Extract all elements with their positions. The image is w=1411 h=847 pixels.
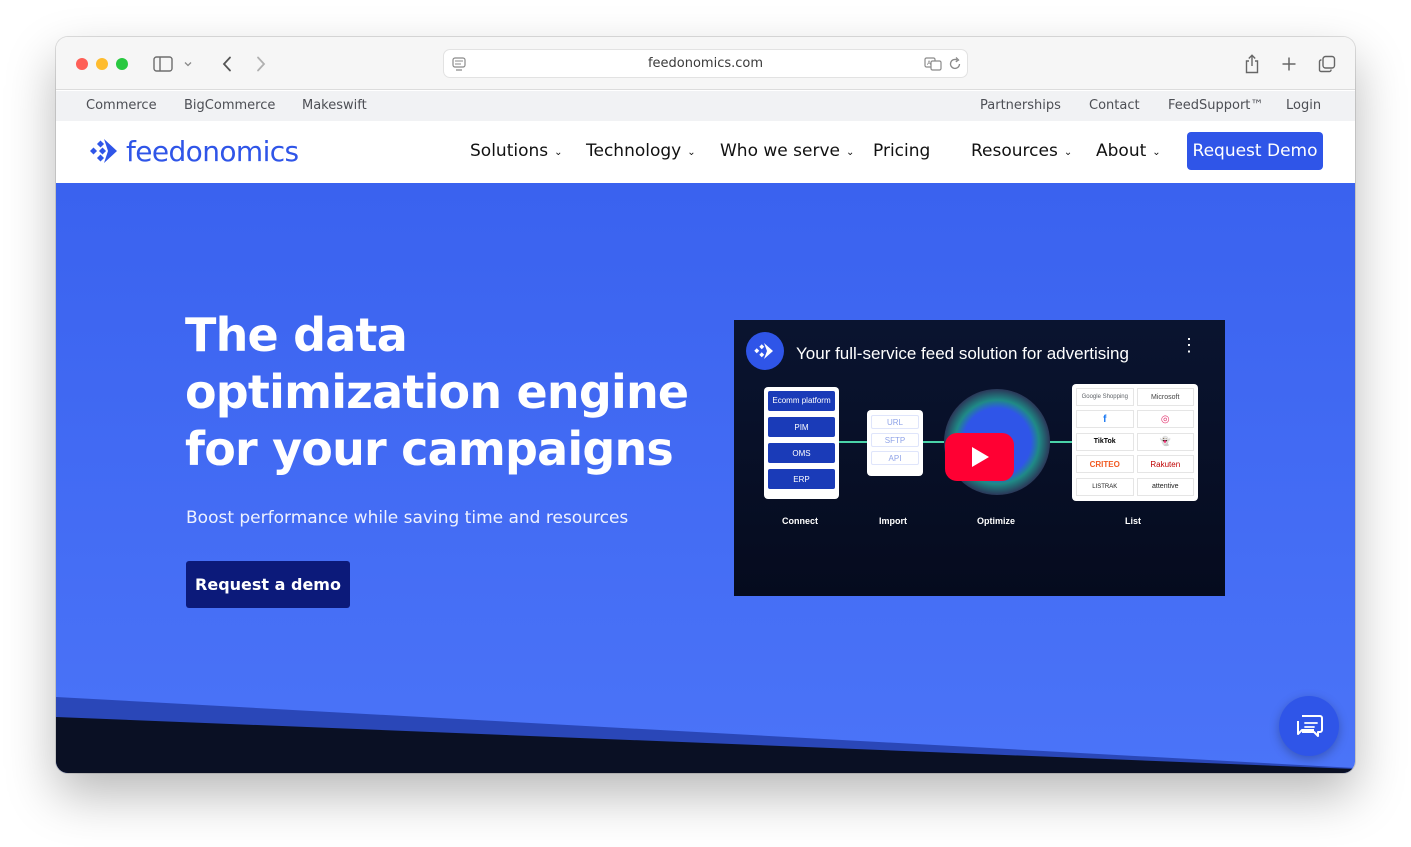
url-text: feedonomics.com xyxy=(647,56,764,71)
utility-link-makeswift[interactable]: Makeswift xyxy=(302,98,367,113)
close-window-button[interactable] xyxy=(76,58,88,70)
hero-subtitle: Boost performance while saving time and … xyxy=(186,508,629,528)
connect-item: Ecomm platform xyxy=(768,391,835,411)
stage-label-list: List xyxy=(1125,516,1142,526)
nav-resources-label: Resources xyxy=(971,141,1058,161)
connect-item: OMS xyxy=(768,443,835,463)
more-options-icon[interactable]: ⋮ xyxy=(1180,336,1198,354)
feedonomics-logo[interactable]: feedonomics xyxy=(90,133,299,169)
chevron-down-icon: ⌄ xyxy=(845,146,855,158)
chat-icon xyxy=(1297,715,1323,737)
translate-icon[interactable]: A xyxy=(924,56,942,77)
stage-label-import: Import xyxy=(879,516,907,526)
zoom-window-button[interactable] xyxy=(116,58,128,70)
request-demo-button[interactable]: Request Demo xyxy=(1187,132,1323,170)
tab-overview-icon[interactable] xyxy=(1314,51,1340,77)
list-item-attentive: attentive xyxy=(1136,477,1194,496)
play-icon xyxy=(971,447,989,467)
list-item-criteo: CRITEO xyxy=(1076,455,1134,474)
connect-item: PIM xyxy=(768,417,835,437)
play-button[interactable] xyxy=(945,433,1014,481)
nav-about-label: About xyxy=(1096,141,1147,161)
chevron-down-icon: ⌄ xyxy=(554,146,563,158)
hero-title: The data optimization engine for your ca… xyxy=(185,308,689,476)
chevron-down-icon: ⌄ xyxy=(1063,146,1073,158)
stage-label-optimize: Optimize xyxy=(977,516,1016,526)
browser-toolbar: feedonomics.com A xyxy=(56,37,1355,90)
utility-link-feedsupport[interactable]: FeedSupport™ xyxy=(1168,98,1263,113)
tab-groups-chevron-icon[interactable] xyxy=(180,51,196,77)
back-icon[interactable] xyxy=(214,51,240,77)
connector-line xyxy=(1050,441,1072,443)
nav-technology[interactable]: Technology ⌄ xyxy=(586,141,696,161)
utility-link-commerce[interactable]: Commerce xyxy=(86,98,157,113)
new-tab-icon[interactable] xyxy=(1276,51,1302,77)
share-icon[interactable] xyxy=(1239,51,1265,77)
chat-widget-button[interactable] xyxy=(1279,696,1339,756)
nav-solutions-label: Solutions xyxy=(470,141,549,161)
list-item-microsoft: Microsoft xyxy=(1136,388,1194,406)
channel-avatar-icon[interactable] xyxy=(746,332,784,370)
list-item-google-shopping: Google Shopping xyxy=(1076,388,1134,406)
connect-box: Ecomm platform PIM OMS ERP xyxy=(764,387,839,499)
reload-icon[interactable] xyxy=(948,56,962,77)
list-item-instagram-icon: ◎ xyxy=(1136,410,1194,429)
youtube-video-embed[interactable]: Your full-service feed solution for adve… xyxy=(734,320,1225,596)
utility-link-bigcommerce[interactable]: BigCommerce xyxy=(184,98,275,113)
nav-pricing[interactable]: Pricing xyxy=(873,141,930,161)
list-item-snapchat-icon: 👻 xyxy=(1136,432,1194,451)
browser-window: feedonomics.com A Commerce BigCommerce M… xyxy=(56,37,1355,773)
minimize-window-button[interactable] xyxy=(96,58,108,70)
chevron-down-icon: ⌄ xyxy=(687,146,696,158)
list-box: Google Shopping Microsoft f ◎ TikTok 👻 C… xyxy=(1072,384,1198,501)
main-nav: feedonomics Solutions ⌄ Technology ⌄ Who… xyxy=(56,121,1355,183)
list-item-listrak: LISTRAK xyxy=(1076,477,1134,496)
stage-label-connect: Connect xyxy=(782,516,818,526)
nav-who-we-serve[interactable]: Who we serve ⌄ xyxy=(720,141,854,161)
sidebar-toggle-icon[interactable] xyxy=(150,51,176,77)
list-item-tiktok: TikTok xyxy=(1076,432,1134,451)
utility-link-login[interactable]: Login xyxy=(1286,98,1321,113)
forward-icon[interactable] xyxy=(248,51,274,77)
logo-text: feedonomics xyxy=(126,134,299,168)
utility-link-partnerships[interactable]: Partnerships xyxy=(980,98,1061,113)
list-item-facebook-icon: f xyxy=(1076,410,1134,429)
nav-pricing-label: Pricing xyxy=(873,141,931,161)
nav-solutions[interactable]: Solutions ⌄ xyxy=(470,141,563,161)
connect-item: ERP xyxy=(768,469,835,489)
utility-link-contact[interactable]: Contact xyxy=(1089,98,1140,113)
address-bar[interactable]: feedonomics.com A xyxy=(443,49,968,78)
video-title: Your full-service feed solution for adve… xyxy=(796,344,1129,363)
request-a-demo-button[interactable]: Request a demo xyxy=(186,561,350,608)
utility-bar: Commerce BigCommerce Makeswift Partnersh… xyxy=(56,91,1355,121)
hero-bottom-divider xyxy=(56,697,1355,773)
nav-resources[interactable]: Resources ⌄ xyxy=(971,141,1072,161)
import-item: URL xyxy=(871,415,919,429)
nav-technology-label: Technology xyxy=(586,141,682,161)
hero-section: The data optimization engine for your ca… xyxy=(56,183,1355,773)
nav-about[interactable]: About ⌄ xyxy=(1096,141,1161,161)
feedonomics-logo-icon xyxy=(90,139,117,163)
import-item: SFTP xyxy=(871,433,919,447)
connector-line xyxy=(839,441,867,443)
import-box: URL SFTP API xyxy=(867,410,923,476)
list-item-rakuten: Rakuten xyxy=(1136,455,1194,474)
chevron-down-icon: ⌄ xyxy=(1152,146,1161,158)
import-item: API xyxy=(871,451,919,465)
nav-who-we-serve-label: Who we serve xyxy=(720,141,840,161)
